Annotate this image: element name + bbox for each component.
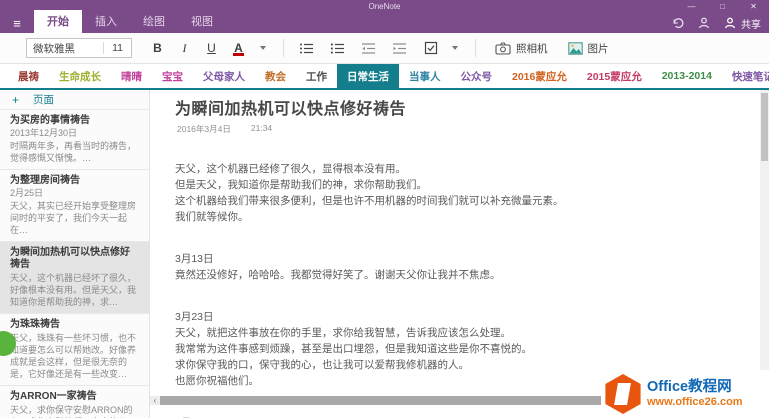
share-label: 共享 — [741, 19, 761, 31]
section-tab[interactable]: 当事人 — [399, 64, 451, 88]
page-preview: 天父，求你保守安慰ARRON的心，求你安慰他们一家人的心。因你满有恩慈怜悯。 — [10, 405, 136, 418]
watermark-site-name: Office教程网 — [647, 378, 732, 395]
section-tab[interactable]: 晴晴 — [111, 64, 152, 88]
picture-label: 图片 — [587, 42, 609, 55]
indent-button[interactable] — [387, 37, 412, 59]
chevron-down-icon[interactable] — [260, 46, 266, 50]
page-preview: 天父，这个机器已经坏了很久，好像根本没有用。但是天父，我知道你是帮助我的神，求… — [10, 273, 137, 307]
entry-date: 3月23日 — [175, 311, 214, 323]
section-tab[interactable]: 2016蒙应允 — [502, 64, 577, 88]
onenote-window: OneNote — □ ✕ ≡ 开始 插入 绘图 视图 共享 微软雅黑 11 B… — [0, 0, 769, 418]
page-preview: 天父，其实已经开始享受整理房间时的平安了，我们今天一起在… — [10, 201, 137, 235]
ribbon-tab-home[interactable]: 开始 — [34, 10, 82, 33]
section-tab[interactable]: 工作 — [296, 64, 337, 88]
page-date: 2月25日 — [10, 188, 44, 198]
vertical-scrollbar[interactable] — [760, 90, 769, 396]
page-title: 为ARRON一家祷告 — [10, 391, 97, 402]
page-preview: 天父，珠珠有一些坏习惯，也不知道要怎么可以帮她改。好像养成就是会这样，但是很无奈… — [10, 333, 137, 379]
section-tab[interactable]: 教会 — [255, 64, 296, 88]
outdent-button[interactable] — [356, 37, 381, 59]
page-title: 为买房的事情祷告 — [10, 115, 90, 126]
page-preview: 时隔两年多，再看当时的祷告，觉得感慨又惭愧。… — [10, 141, 137, 163]
section-tab-bar: 晨祷 生命成长 晴晴 宝宝 父母家人 教会 工作 日常生活 当事人 公众号 20… — [0, 64, 769, 88]
note-time: 21:34 — [250, 123, 273, 133]
page-list-sidebar: + 页面 为买房的事情祷告 2013年12月30日 时隔两年多，再看当时的祷告，… — [0, 90, 150, 418]
scroll-left-arrow-icon[interactable]: ‹ — [150, 396, 160, 405]
camera-icon — [495, 41, 511, 55]
note-line: 我们就等候你。 — [175, 211, 249, 223]
add-page-label: 页面 — [33, 94, 55, 106]
note-line: 但是天父，我知道你是帮助我们的神，求你帮助我们。 — [175, 179, 427, 191]
note-canvas[interactable]: 为瞬间加热机可以快点修好祷告 2016年3月4日 21:34 天父，这个机器已经… — [150, 90, 769, 418]
office-logo-icon — [605, 374, 641, 414]
share-person-icon — [722, 15, 738, 31]
numbered-list-button[interactable] — [325, 37, 350, 59]
page-list-item[interactable]: 为ARRON一家祷告 天父，求你保守安慰ARRON的心，求你安慰他们一家人的心。… — [0, 386, 149, 418]
note-line: 我常常为这件事感到烦躁，甚至是出口埋怨，但是我知道这些是你不喜悦的。 — [175, 343, 532, 355]
section-tab[interactable]: 快速笔记 — [722, 64, 769, 88]
font-size-value: 11 — [103, 42, 131, 54]
plus-icon: + — [12, 92, 20, 107]
section-tab[interactable]: 晨祷 — [8, 64, 49, 88]
formatting-toolbar: 微软雅黑 11 B I U A 照相机 图片 — [0, 33, 769, 64]
page-title: 为瞬间加热机可以快点修好祷告 — [10, 247, 130, 270]
note-title[interactable]: 为瞬间加热机可以快点修好祷告 — [175, 95, 729, 119]
entry-date: 3月13日 — [175, 253, 214, 265]
note-line: 天父，就把这件事放在你的手里，求你给我智慧，告诉我应该怎么处理。 — [175, 327, 511, 339]
watermark-site-url: www.office26.com — [647, 395, 743, 408]
picture-icon — [567, 41, 583, 55]
todo-tag-button[interactable] — [418, 37, 443, 59]
page-list-item-selected[interactable]: 为瞬间加热机可以快点修好祷告 天父，这个机器已经坏了很久，好像根本没有用。但是天… — [0, 242, 149, 314]
page-date: 2013年12月30日 — [10, 128, 78, 138]
ribbon-tab-insert[interactable]: 插入 — [82, 10, 130, 33]
page-list-item[interactable]: 为买房的事情祷告 2013年12月30日 时隔两年多，再看当时的祷告，觉得感慨又… — [0, 110, 149, 170]
account-icon[interactable] — [696, 15, 712, 31]
bullet-list-button[interactable] — [294, 37, 319, 59]
note-date: 2016年3月4日 — [177, 124, 231, 134]
section-tab[interactable]: 公众号 — [451, 64, 503, 88]
note-line: 竟然还没修好，哈哈哈。我都觉得好笑了。谢谢天父你让我并不焦虑。 — [175, 269, 501, 281]
add-page-button[interactable]: + 页面 — [0, 90, 149, 110]
ribbon-tab-view[interactable]: 视图 — [178, 10, 226, 33]
page-list-item[interactable]: 为珠珠祷告 天父，珠珠有一些坏习惯，也不知道要怎么可以帮她改。好像养成就是会这样… — [0, 314, 149, 386]
page-title: 为珠珠祷告 — [10, 319, 60, 330]
note-entry: 天父，这个机器已经修了很久，显得根本没有用。 但是天父，我知道你是帮助我们的神，… — [175, 161, 729, 225]
page-list-item[interactable]: 为整理房间祷告 2月25日 天父，其实已经开始享受整理房间时的平安了，我们今天一… — [0, 170, 149, 242]
italic-button[interactable]: I — [172, 37, 197, 59]
underline-button[interactable]: U — [199, 37, 224, 59]
ribbon-tab-draw[interactable]: 绘图 — [130, 10, 178, 33]
undo-icon[interactable] — [670, 15, 686, 31]
note-line: 这个机器给我们带来很多便利，但是也许不用机器的时间我们就可以补充微量元素。 — [175, 195, 564, 207]
font-selector[interactable]: 微软雅黑 11 — [26, 38, 132, 58]
window-controls: — □ ✕ — [676, 0, 769, 13]
section-tab[interactable]: 2015蒙应允 — [577, 64, 652, 88]
hamburger-menu-icon[interactable]: ≡ — [0, 15, 34, 33]
camera-button[interactable]: 照相机 — [495, 41, 548, 56]
section-tab[interactable]: 宝宝 — [152, 64, 193, 88]
watermark: Office教程网 www.office26.com — [601, 370, 769, 418]
chevron-down-icon[interactable] — [452, 46, 458, 50]
font-color-button[interactable]: A — [226, 37, 251, 59]
section-tab[interactable]: 2013-2014 — [652, 64, 722, 88]
section-tab[interactable]: 生命成长 — [49, 64, 111, 88]
note-meta: 2016年3月4日 21:34 — [177, 123, 729, 135]
titlebar: OneNote — □ ✕ ≡ 开始 插入 绘图 视图 共享 — [0, 0, 769, 33]
minimize-button[interactable]: — — [676, 0, 707, 13]
font-name-value: 微软雅黑 — [33, 42, 75, 55]
bold-button[interactable]: B — [145, 37, 170, 59]
note-line: 天父，这个机器已经修了很久，显得根本没有用。 — [175, 163, 406, 175]
vertical-scrollbar-thumb[interactable] — [761, 93, 768, 161]
close-button[interactable]: ✕ — [738, 0, 769, 13]
picture-button[interactable]: 图片 — [567, 41, 609, 56]
note-entry: 3月13日 竟然还没修好，哈哈哈。我都觉得好笑了。谢谢天父你让我并不焦虑。 — [175, 251, 729, 283]
maximize-button[interactable]: □ — [707, 0, 738, 13]
camera-label: 照相机 — [516, 42, 548, 55]
share-button[interactable]: 共享 — [722, 15, 761, 31]
section-tab-active[interactable]: 日常生活 — [337, 64, 399, 88]
page-title: 为整理房间祷告 — [10, 175, 80, 186]
section-tab[interactable]: 父母家人 — [193, 64, 255, 88]
